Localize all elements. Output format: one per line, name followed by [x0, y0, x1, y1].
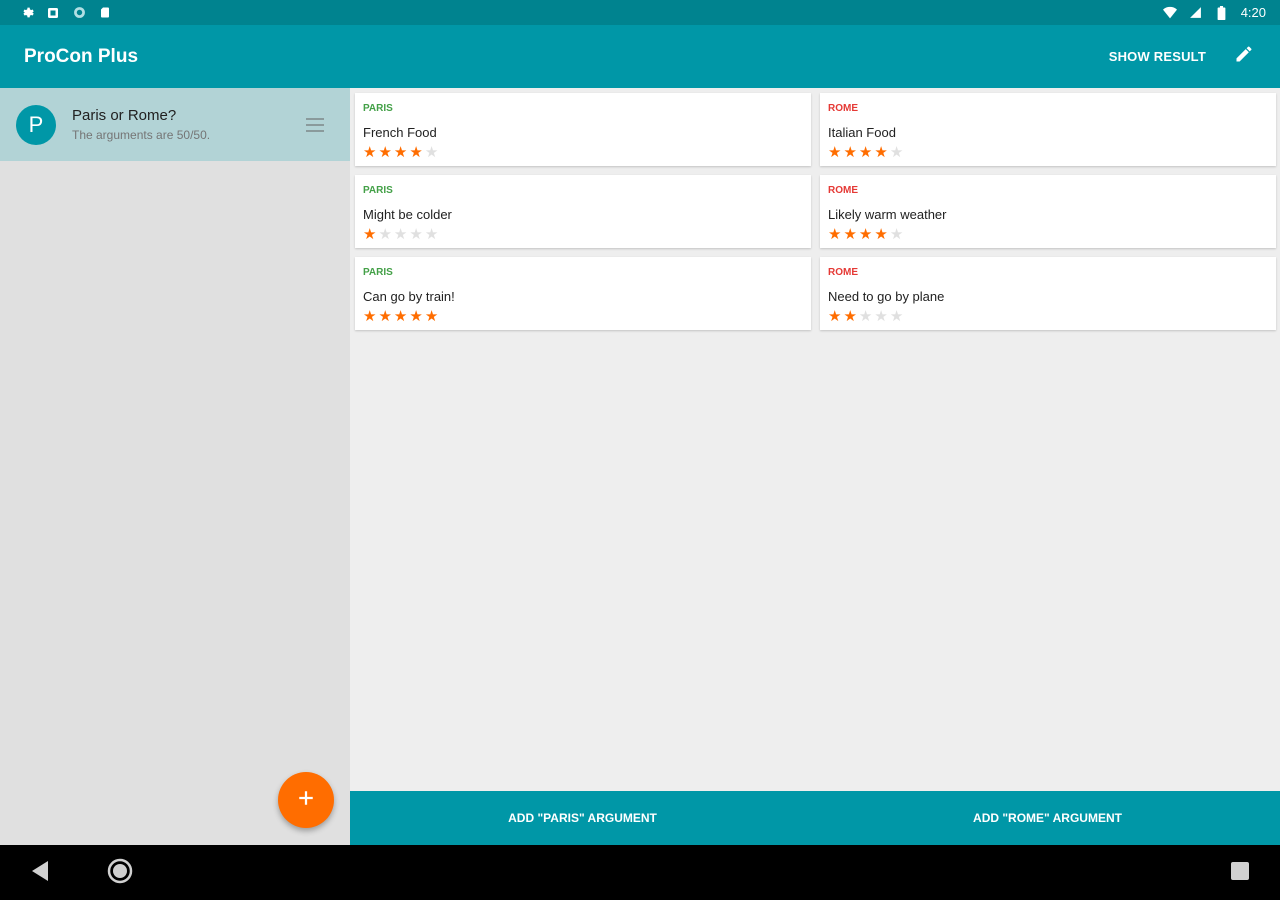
- argument-card[interactable]: ROME Italian Food ★ ★ ★ ★ ★: [820, 93, 1276, 166]
- list-item-title: Paris or Rome?: [72, 107, 177, 124]
- star-icon[interactable]: ★: [859, 227, 872, 242]
- list-item-paris-or-rome[interactable]: P Paris or Rome? The arguments are 50/50…: [0, 88, 350, 161]
- paris-arguments-column: PARIS French Food ★ ★ ★ ★ ★ PARIS Might be colde…: [355, 93, 811, 339]
- star-icon[interactable]: ★: [890, 227, 903, 242]
- star-rating[interactable]: ★ ★ ★ ★ ★: [828, 309, 1268, 324]
- star-icon[interactable]: ★: [425, 227, 438, 242]
- sync-icon: [72, 6, 86, 20]
- argument-text: Can go by train!: [363, 289, 455, 304]
- system-nav-bar: [0, 845, 1280, 900]
- star-rating[interactable]: ★ ★ ★ ★ ★: [363, 145, 803, 160]
- recents-button[interactable]: [1229, 861, 1251, 885]
- star-icon[interactable]: ★: [409, 227, 422, 242]
- star-rating[interactable]: ★ ★ ★ ★ ★: [363, 227, 803, 242]
- app-bar: ProCon Plus SHOW RESULT: [0, 25, 1280, 88]
- star-icon[interactable]: ★: [425, 145, 438, 160]
- star-icon[interactable]: ★: [874, 227, 887, 242]
- star-icon[interactable]: ★: [409, 309, 422, 324]
- star-icon[interactable]: ★: [859, 145, 872, 160]
- cell-signal-icon: [1189, 6, 1203, 20]
- star-icon[interactable]: ★: [828, 227, 841, 242]
- home-circle-icon: [107, 858, 133, 889]
- star-icon[interactable]: ★: [874, 309, 887, 324]
- clock-time: 4:20: [1240, 5, 1266, 20]
- star-icon[interactable]: ★: [890, 145, 903, 160]
- edit-button[interactable]: [1232, 45, 1256, 69]
- star-rating[interactable]: ★ ★ ★ ★ ★: [828, 145, 1268, 160]
- star-icon[interactable]: ★: [843, 145, 856, 160]
- star-icon[interactable]: ★: [409, 145, 422, 160]
- argument-side-tag: PARIS: [363, 103, 393, 114]
- star-icon[interactable]: ★: [859, 309, 872, 324]
- argument-side-tag: ROME: [828, 185, 858, 196]
- list-item-text: Paris or Rome? The arguments are 50/50.: [72, 107, 306, 142]
- notification-icon: [46, 6, 60, 20]
- star-icon[interactable]: ★: [363, 227, 376, 242]
- arguments-panel: PARIS French Food ★ ★ ★ ★ ★ PARIS Might be colde…: [350, 88, 1280, 791]
- star-rating[interactable]: ★ ★ ★ ★ ★: [363, 309, 803, 324]
- argument-side-tag: ROME: [828, 103, 858, 114]
- plus-icon: [297, 789, 315, 812]
- argument-text: Likely warm weather: [828, 207, 947, 222]
- argument-text: Need to go by plane: [828, 289, 945, 304]
- argument-card[interactable]: PARIS Can go by train! ★ ★ ★ ★ ★: [355, 257, 811, 330]
- star-icon[interactable]: ★: [890, 309, 903, 324]
- star-icon[interactable]: ★: [394, 227, 407, 242]
- argument-text: French Food: [363, 125, 437, 140]
- avatar: P: [16, 104, 56, 145]
- star-icon[interactable]: ★: [378, 145, 391, 160]
- star-icon[interactable]: ★: [378, 309, 391, 324]
- star-icon[interactable]: ★: [394, 309, 407, 324]
- argument-card[interactable]: ROME Need to go by plane ★ ★ ★ ★ ★: [820, 257, 1276, 330]
- argument-card[interactable]: ROME Likely warm weather ★ ★ ★ ★ ★: [820, 175, 1276, 248]
- star-icon[interactable]: ★: [828, 309, 841, 324]
- settings-icon: [20, 6, 34, 20]
- back-button[interactable]: [30, 860, 52, 886]
- argument-side-tag: PARIS: [363, 267, 393, 278]
- star-icon[interactable]: ★: [843, 227, 856, 242]
- star-icon[interactable]: ★: [828, 145, 841, 160]
- status-bar: 4:20: [0, 0, 1280, 25]
- recents-square-icon: [1231, 861, 1249, 885]
- action-bar: ADD "PARIS" ARGUMENT ADD "ROME" ARGUMENT: [350, 791, 1280, 845]
- argument-card[interactable]: PARIS French Food ★ ★ ★ ★ ★: [355, 93, 811, 166]
- home-button[interactable]: [106, 858, 134, 889]
- back-triangle-icon: [32, 860, 50, 886]
- star-icon[interactable]: ★: [378, 227, 391, 242]
- argument-side-tag: PARIS: [363, 185, 393, 196]
- show-result-button[interactable]: SHOW RESULT: [1109, 49, 1206, 64]
- status-bar-right: 4:20: [1162, 5, 1266, 20]
- star-icon[interactable]: ★: [874, 145, 887, 160]
- argument-text: Might be colder: [363, 207, 452, 222]
- drag-handle-icon[interactable]: [306, 117, 324, 132]
- add-decision-fab[interactable]: [278, 772, 334, 828]
- star-icon[interactable]: ★: [363, 309, 376, 324]
- argument-text: Italian Food: [828, 125, 896, 140]
- pencil-icon: [1234, 44, 1254, 69]
- add-paris-argument-button[interactable]: ADD "PARIS" ARGUMENT: [350, 791, 815, 845]
- list-item-subtitle: The arguments are 50/50.: [72, 128, 211, 142]
- status-bar-left: [20, 6, 112, 20]
- argument-side-tag: ROME: [828, 267, 858, 278]
- star-icon[interactable]: ★: [394, 145, 407, 160]
- rome-arguments-column: ROME Italian Food ★ ★ ★ ★ ★ ROME Likely warm wea…: [820, 93, 1276, 339]
- sidebar: P Paris or Rome? The arguments are 50/50…: [0, 88, 350, 845]
- battery-icon: [1215, 5, 1229, 20]
- star-rating[interactable]: ★ ★ ★ ★ ★: [828, 227, 1268, 242]
- wifi-icon: [1162, 6, 1177, 20]
- star-icon[interactable]: ★: [425, 309, 438, 324]
- add-rome-argument-button[interactable]: ADD "ROME" ARGUMENT: [815, 791, 1280, 845]
- app-title: ProCon Plus: [24, 45, 139, 67]
- argument-card[interactable]: PARIS Might be colder ★ ★ ★ ★ ★: [355, 175, 811, 248]
- star-icon[interactable]: ★: [843, 309, 856, 324]
- sd-card-icon: [98, 6, 112, 20]
- star-icon[interactable]: ★: [363, 145, 376, 160]
